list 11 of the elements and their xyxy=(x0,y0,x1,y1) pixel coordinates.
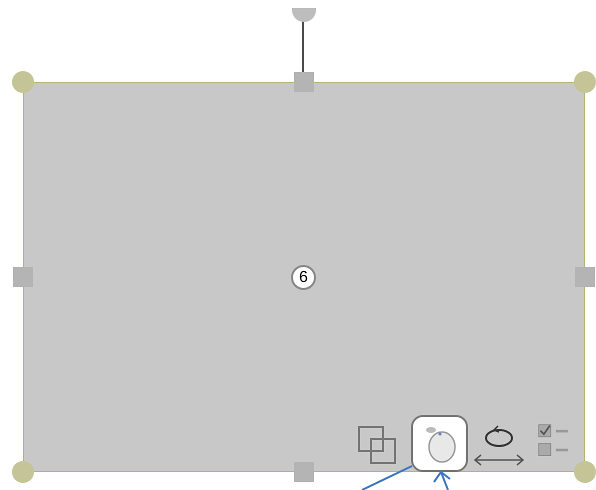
mouse-button[interactable] xyxy=(411,415,468,472)
side-handle[interactable] xyxy=(575,267,595,287)
side-handle[interactable] xyxy=(13,267,33,287)
overlap-icon xyxy=(357,425,399,467)
corner-handle[interactable] xyxy=(574,71,596,93)
side-handle[interactable] xyxy=(294,462,314,482)
side-handle[interactable] xyxy=(294,72,314,92)
corner-handle[interactable] xyxy=(12,71,34,93)
corner-handle[interactable] xyxy=(574,461,596,483)
rotation-handle[interactable] xyxy=(292,8,316,22)
corner-handle[interactable] xyxy=(12,461,34,483)
